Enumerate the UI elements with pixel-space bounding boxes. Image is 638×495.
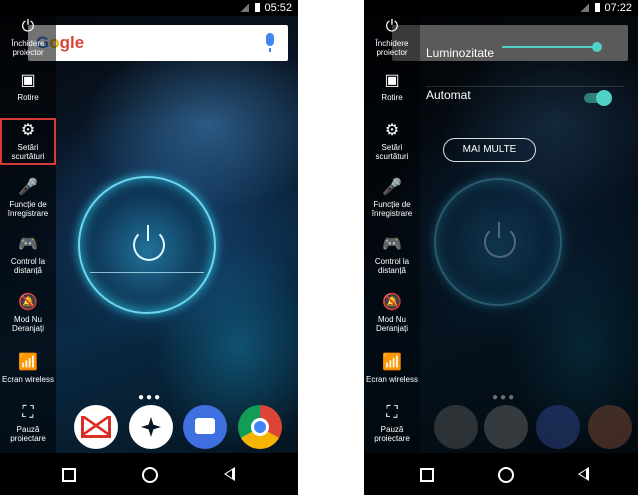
compass-icon[interactable] bbox=[129, 405, 173, 449]
mic-icon[interactable] bbox=[266, 33, 274, 52]
back-button[interactable] bbox=[224, 467, 235, 481]
sidebar-item-close-projector[interactable]: ⏻ Închidere proiector bbox=[0, 18, 56, 57]
page-indicator: ●●● bbox=[492, 392, 517, 403]
home-button[interactable] bbox=[498, 467, 514, 483]
brightness-slider-knob[interactable] bbox=[592, 42, 602, 52]
signal-icon bbox=[240, 3, 250, 12]
wireless-icon: 📶 bbox=[18, 354, 38, 371]
status-time: 05:52 bbox=[264, 2, 292, 14]
more-button[interactable]: MAI MULTE bbox=[443, 138, 536, 162]
battery-icon bbox=[255, 3, 261, 12]
sidebar-item-wireless-display[interactable]: 📶 Ecran wireless bbox=[0, 354, 56, 384]
gamepad-icon: 🎮 bbox=[382, 236, 402, 253]
power-icon: ⏻ bbox=[21, 18, 35, 35]
sidebar-item-do-not-disturb[interactable]: 🔕 Mod Nu Deranjați bbox=[0, 294, 56, 333]
gamepad-icon: 🎮 bbox=[18, 236, 38, 253]
sidebar-item-pause-projection[interactable]: ⛶ Pauză proiectare bbox=[364, 404, 420, 443]
sidebar-item-rotate[interactable]: ▣ Rotire bbox=[364, 72, 420, 102]
navigation-bar bbox=[364, 453, 638, 495]
power-icon bbox=[133, 225, 165, 261]
power-icon bbox=[484, 222, 516, 258]
home-button[interactable] bbox=[142, 467, 158, 483]
recents-button[interactable] bbox=[62, 468, 76, 482]
chrome-icon bbox=[588, 405, 632, 449]
signal-icon bbox=[580, 3, 590, 12]
gmail-icon bbox=[434, 405, 478, 449]
recents-button[interactable] bbox=[420, 468, 434, 482]
brightness-slider[interactable] bbox=[426, 34, 624, 62]
bell-off-icon: 🔕 bbox=[382, 294, 402, 311]
status-bar: 07:22 bbox=[364, 0, 638, 16]
projector-sidebar: ⏻ Închidere proiector ▣ Rotire ⚙ Setări scu… bbox=[364, 16, 420, 453]
sidebar-item-wireless-display[interactable]: 📶 Ecran wireless bbox=[364, 354, 420, 384]
auto-label: Automat bbox=[426, 88, 471, 102]
google-search-bar[interactable]: Gogle bbox=[28, 25, 288, 61]
messages-icon bbox=[536, 405, 580, 449]
status-bar: 05:52 bbox=[0, 0, 298, 16]
rotate-icon: ▣ bbox=[384, 72, 400, 89]
projector-sidebar: ⏻ Închidere proiector ▣ Rotire ⚙ Setări scu… bbox=[0, 16, 56, 453]
sidebar-item-recording[interactable]: 🎤 Funcție de înregistrare bbox=[364, 179, 420, 218]
sidebar-item-close-projector[interactable]: ⏻ Închidere proiector bbox=[364, 18, 420, 57]
gmail-icon[interactable] bbox=[74, 405, 118, 449]
phone-screen-left: 05:52 Gogle ⏻Închidere proiector ▣Rotire… bbox=[0, 0, 298, 495]
gear-icon: ⚙ bbox=[20, 122, 36, 139]
messages-icon[interactable] bbox=[183, 405, 227, 449]
sidebar-item-recording[interactable]: 🎤 Funcție de înregistrare bbox=[0, 179, 56, 218]
power-orb-widget bbox=[434, 178, 562, 306]
power-icon: ⏻ bbox=[385, 18, 399, 35]
brightness-row bbox=[426, 58, 624, 87]
wireless-icon: 📶 bbox=[382, 354, 402, 371]
compass-icon bbox=[484, 405, 528, 449]
page-indicator: ●●● bbox=[138, 392, 163, 403]
sidebar-item-remote-control[interactable]: 🎮 Control la distanță bbox=[0, 236, 56, 275]
pause-projection-icon: ⛶ bbox=[22, 404, 34, 421]
back-button[interactable] bbox=[578, 467, 589, 481]
chrome-icon[interactable] bbox=[238, 405, 282, 449]
sidebar-item-shortcut-settings[interactable]: ⚙ Setări scurtături bbox=[0, 118, 56, 165]
navigation-bar bbox=[0, 453, 298, 495]
pause-projection-icon: ⛶ bbox=[386, 404, 398, 421]
auto-brightness-toggle[interactable] bbox=[584, 90, 612, 106]
sidebar-item-do-not-disturb[interactable]: 🔕 Mod Nu Deranjați bbox=[364, 294, 420, 333]
sidebar-item-shortcut-settings[interactable]: ⚙ Setări scurtături bbox=[364, 122, 420, 161]
rotate-icon: ▣ bbox=[20, 72, 36, 89]
bell-off-icon: 🔕 bbox=[18, 294, 38, 311]
gear-icon: ⚙ bbox=[384, 122, 400, 139]
sidebar-item-remote-control[interactable]: 🎮 Control la distanță bbox=[364, 236, 420, 275]
sidebar-item-rotate[interactable]: ▣ Rotire bbox=[0, 72, 56, 102]
power-orb-widget[interactable] bbox=[78, 176, 216, 314]
mic-icon: 🎤 bbox=[382, 179, 402, 196]
phone-screen-right: 07:22 Luminozitate Automat MAI MULTE ⏻ În… bbox=[364, 0, 638, 495]
battery-icon bbox=[595, 3, 601, 12]
mic-icon: 🎤 bbox=[18, 179, 38, 196]
status-time: 07:22 bbox=[604, 2, 632, 14]
sidebar-item-pause-projection[interactable]: ⛶ Pauză proiectare bbox=[0, 404, 56, 443]
